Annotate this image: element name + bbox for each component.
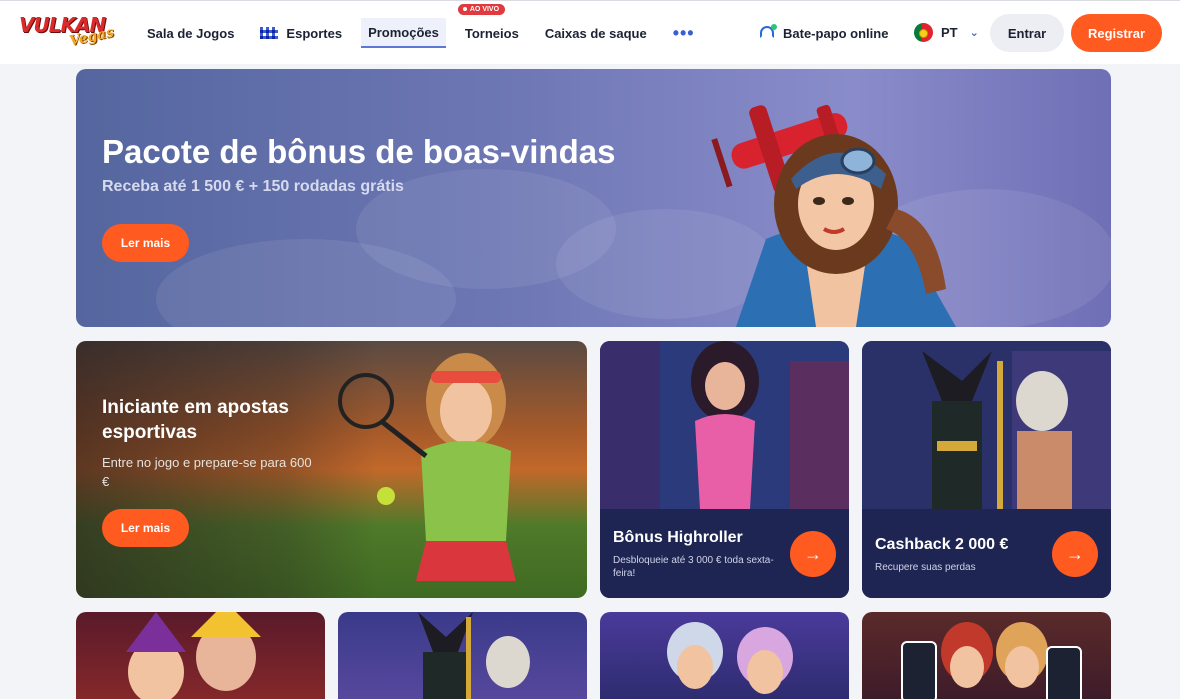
egyptian-gods-illustration <box>862 341 1111 509</box>
highroller-arrow-button[interactable]: → <box>790 531 836 577</box>
language-label: PT <box>941 25 958 40</box>
headset-icon <box>759 24 777 42</box>
nav-label: Sala de Jogos <box>147 25 235 41</box>
login-button[interactable]: Entrar <box>990 14 1064 52</box>
arrow-right-icon: → <box>804 543 822 564</box>
jesters-illustration <box>126 612 261 699</box>
nav-item-sala-de-jogos[interactable]: Sala de Jogos <box>140 18 241 48</box>
sport-card-title: Iniciante em apostas esportivas <box>102 397 289 443</box>
cashback-title: Cashback 2 000 € <box>875 536 1009 553</box>
chevron-down-icon: ⌄ <box>969 27 979 39</box>
nav-item-torneios[interactable]: AO VIVO Torneios <box>457 4 526 48</box>
online-chat-button[interactable]: Bate-papo online <box>759 24 888 42</box>
nav-label: Caixas de saque <box>544 25 647 41</box>
live-dot-icon <box>462 7 467 12</box>
esports-characters-illustration <box>667 622 793 694</box>
nav-label: Promoções <box>368 24 439 40</box>
highroller-illustration <box>600 341 849 509</box>
more-dots-icon: ••• <box>672 23 695 43</box>
cashback-arrow-button[interactable]: → <box>1052 531 1098 577</box>
highroller-title: Bônus Highroller <box>613 529 743 546</box>
arrow-right-icon: → <box>1066 543 1084 564</box>
cashback-card-footer: Cashback 2 000 € Recupere suas perdas → <box>862 509 1111 598</box>
live-badge: AO VIVO <box>457 4 506 15</box>
nav-item-promocoes[interactable]: Promoções <box>361 18 446 48</box>
highroller-subtitle: Desbloqueie até 3 000 € toda sexta-feira… <box>613 555 774 579</box>
more-menu-button[interactable]: ••• <box>666 18 702 48</box>
highroller-bonus-card[interactable]: Bônus Highroller Desbloqueie até 3 000 €… <box>600 341 849 598</box>
pilot-illustration <box>711 104 956 327</box>
sport-card-subtitle: Entre no jogo e prepare-se para 600 € <box>102 455 312 489</box>
language-selector[interactable]: PT ⌄ <box>914 23 979 42</box>
hero-subtitle: Receba até 1 500 € + 150 rodadas grátis <box>102 178 404 195</box>
register-button[interactable]: Registrar <box>1071 14 1162 52</box>
vulkan-vegas-logo[interactable]: VULKAN Vegas <box>19 13 119 50</box>
promo-card-gods[interactable] <box>338 612 587 699</box>
portugal-flag-icon <box>914 23 933 42</box>
nav-label: Torneios <box>464 25 519 41</box>
cashback-card[interactable]: Cashback 2 000 € Recupere suas perdas → <box>862 341 1111 598</box>
chat-label: Bate-papo online <box>783 25 889 41</box>
promo-card-mobile[interactable] <box>862 612 1111 699</box>
welcome-bonus-banner[interactable]: Pacote de bônus de boas-vindas Receba at… <box>76 69 1111 327</box>
main-nav: Sala de Jogos Esportes Promoções AO VIVO… <box>140 1 714 65</box>
live-badge-label: AO VIVO <box>469 6 500 13</box>
cashback-subtitle: Recupere suas perdas <box>875 562 976 573</box>
promo-card-jesters[interactable] <box>76 612 325 699</box>
hero-title: Pacote de bônus de boas-vindas <box>102 133 616 170</box>
promo-card-esports[interactable] <box>600 612 849 699</box>
gods-illustration <box>418 612 530 699</box>
sports-betting-card[interactable]: Iniciante em apostas esportivas Entre no… <box>76 341 587 598</box>
top-header: VULKAN Vegas Sala de Jogos Esportes Prom… <box>0 0 1180 64</box>
mobile-app-illustration <box>901 622 1082 699</box>
nav-item-caixas-de-saque[interactable]: Caixas de saque <box>538 18 654 48</box>
nav-item-esportes[interactable]: Esportes <box>253 18 349 48</box>
checkered-flag-icon <box>260 27 279 39</box>
hero-read-more-button[interactable]: Ler mais <box>102 224 189 262</box>
sport-read-more-button[interactable]: Ler mais <box>102 509 189 547</box>
nav-label: Esportes <box>286 25 343 41</box>
highroller-card-footer: Bônus Highroller Desbloqueie até 3 000 €… <box>600 509 849 598</box>
